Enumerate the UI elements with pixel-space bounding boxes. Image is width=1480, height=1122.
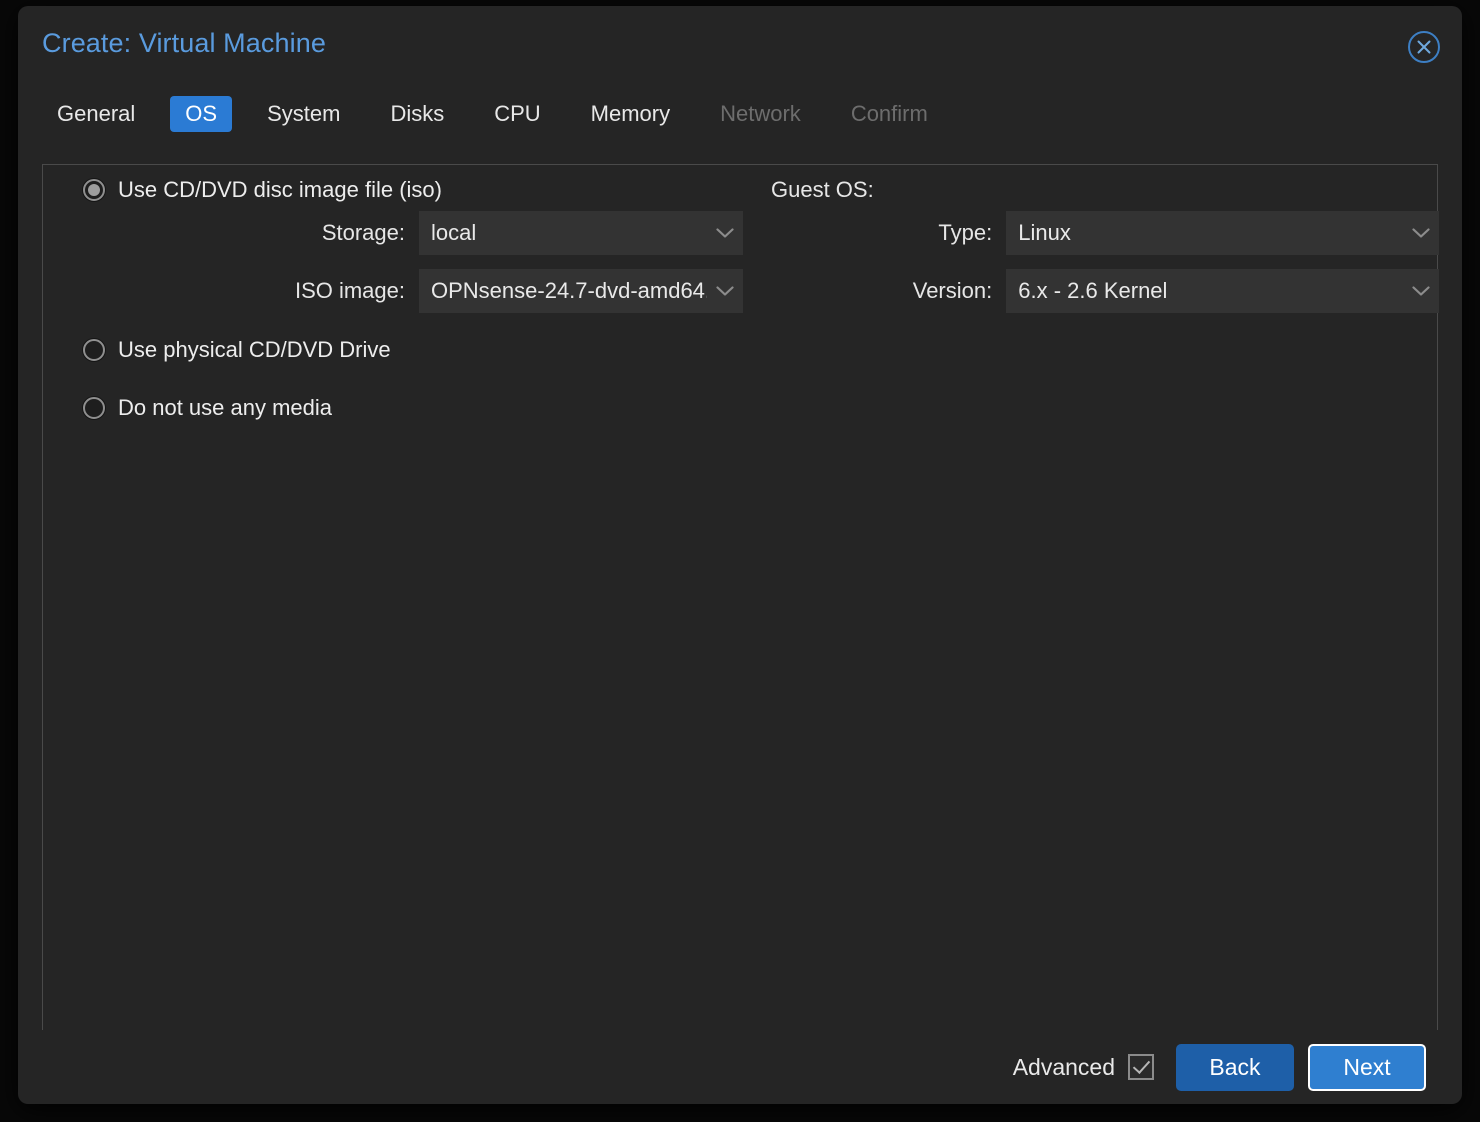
tab-network: Network: [720, 101, 801, 126]
radio-indicator-physical: [83, 339, 105, 361]
iso-image-label: ISO image:: [294, 278, 405, 303]
guest-os-version-row: Version: 6.x - 2.6 Kernel: [771, 269, 1439, 313]
guest-os-version-label: Version:: [912, 278, 993, 303]
radio-indicator-iso: [83, 179, 105, 201]
tab-system[interactable]: System: [252, 96, 355, 132]
close-circle-icon[interactable]: [1407, 30, 1441, 64]
wizard-tabbar: General OS System Disks CPU Memory Netwo…: [18, 82, 1462, 146]
guest-os-heading: Guest OS:: [771, 177, 874, 202]
guest-os-version-value: 6.x - 2.6 Kernel: [1018, 280, 1168, 302]
screen-root: Create: Virtual Machine General OS Syste…: [0, 0, 1480, 1122]
iso-image-selected-value: OPNsense-24.7-dvd-amd64.iso: [431, 280, 707, 302]
iso-image-select[interactable]: OPNsense-24.7-dvd-amd64.iso: [419, 269, 743, 313]
next-button[interactable]: Next: [1308, 1043, 1426, 1091]
storage-selected-value: local: [431, 222, 477, 244]
chevron-down-icon: [1403, 285, 1439, 297]
tab-memory[interactable]: Memory: [576, 96, 685, 132]
guest-os-version-select[interactable]: 6.x - 2.6 Kernel: [1006, 269, 1439, 313]
radio-use-iso-file[interactable]: Use CD/DVD disc image file (iso): [43, 169, 743, 211]
radio-use-physical-drive[interactable]: Use physical CD/DVD Drive: [43, 329, 743, 371]
advanced-checkbox[interactable]: [1128, 1054, 1154, 1080]
dialog-titlebar: Create: Virtual Machine: [18, 6, 1462, 82]
radio-label-no-media: Do not use any media: [118, 395, 333, 420]
tab-confirm: Confirm: [850, 101, 928, 126]
storage-select[interactable]: local: [419, 211, 743, 255]
dialog-title: Create: Virtual Machine: [42, 28, 326, 58]
guest-os-type-label: Type:: [938, 220, 993, 245]
os-form: Use CD/DVD disc image file (iso) Storage…: [43, 165, 1439, 1030]
back-button[interactable]: Back: [1176, 1043, 1294, 1091]
radio-indicator-no-media: [83, 397, 105, 419]
guest-os-type-value: Linux: [1018, 222, 1071, 244]
storage-label: Storage:: [321, 220, 405, 245]
advanced-label: Advanced: [1012, 1053, 1115, 1080]
tab-cpu[interactable]: CPU: [479, 96, 555, 132]
guest-os-type-row: Type: Linux: [771, 211, 1439, 255]
radio-label-use-iso-file: Use CD/DVD disc image file (iso): [118, 177, 442, 202]
chevron-down-icon: [707, 227, 743, 239]
storage-field-row: Storage: local: [43, 211, 743, 255]
radio-label-use-physical-drive: Use physical CD/DVD Drive: [118, 337, 391, 362]
dialog-footer: Advanced Back Next: [42, 1030, 1438, 1104]
guest-os-type-select[interactable]: Linux: [1006, 211, 1439, 255]
chevron-down-icon: [707, 285, 743, 297]
radio-no-media[interactable]: Do not use any media: [43, 387, 743, 429]
tab-disks[interactable]: Disks: [375, 96, 459, 132]
create-vm-dialog: Create: Virtual Machine General OS Syste…: [18, 6, 1462, 1104]
media-source-column: Use CD/DVD disc image file (iso) Storage…: [43, 165, 743, 429]
os-tab-panel: Use CD/DVD disc image file (iso) Storage…: [42, 164, 1439, 1030]
advanced-toggle[interactable]: Advanced: [1013, 1054, 1154, 1080]
tab-general[interactable]: General: [42, 96, 150, 132]
iso-image-field-row: ISO image: OPNsense-24.7-dvd-amd64.iso: [43, 269, 743, 313]
tab-os[interactable]: OS: [170, 96, 233, 132]
guest-os-column: Guest OS: Type: Linux Version: 6.x - 2.6…: [771, 165, 1439, 327]
chevron-down-icon: [1403, 227, 1439, 239]
